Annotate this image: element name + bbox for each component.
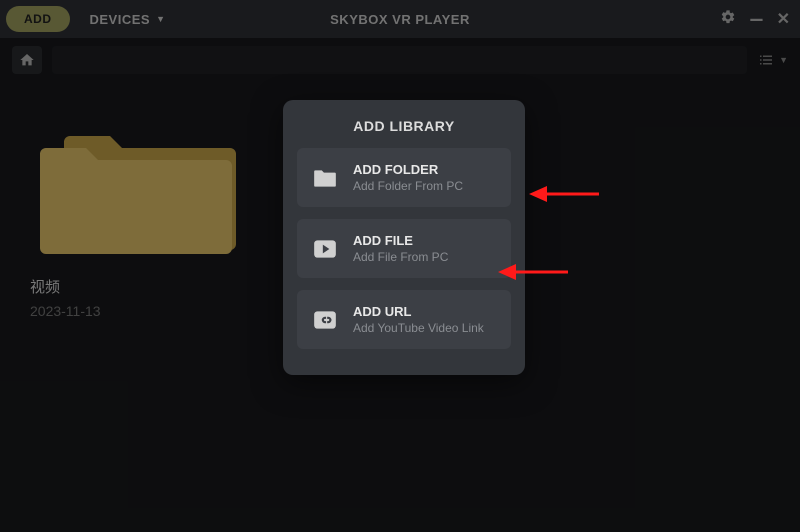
add-folder-option[interactable]: ADD FOLDER Add Folder From PC [297,148,511,207]
folder-icon [311,166,339,190]
option-text: ADD URL Add YouTube Video Link [353,304,497,335]
option-title: ADD URL [353,304,497,319]
option-subtitle: Add YouTube Video Link [353,321,497,335]
add-file-option[interactable]: ADD FILE Add File From PC [297,219,511,278]
option-title: ADD FILE [353,233,497,248]
home-icon [19,52,35,68]
close-button[interactable]: ✕ [777,9,790,29]
option-subtitle: Add Folder From PC [353,179,497,193]
minimize-button[interactable]: ‒ [750,14,762,24]
annotation-arrow [529,182,599,206]
add-library-modal: ADD LIBRARY ADD FOLDER Add Folder From P… [283,100,525,375]
app-title: SKYBOX VR PLAYER [330,12,470,27]
option-text: ADD FILE Add File From PC [353,233,497,264]
titlebar: ADD DEVICES ▼ SKYBOX VR PLAYER ‒ ✕ [0,0,800,38]
toolbar: ▼ [0,38,800,82]
link-icon [311,308,339,332]
window-controls: ‒ ✕ [720,9,790,30]
add-button[interactable]: ADD [6,6,70,32]
path-input[interactable] [52,46,747,74]
devices-dropdown[interactable]: DEVICES ▼ [90,12,166,27]
list-icon [757,51,775,69]
chevron-down-icon: ▼ [156,14,165,24]
view-mode-dropdown[interactable]: ▼ [757,51,788,69]
folder-date: 2023-11-13 [30,303,250,319]
folder-icon [30,122,250,262]
annotation-arrow [498,260,568,284]
play-icon [311,237,339,261]
chevron-down-icon: ▼ [779,55,788,65]
modal-title: ADD LIBRARY [283,100,525,148]
option-text: ADD FOLDER Add Folder From PC [353,162,497,193]
folder-name: 视频 [30,276,250,297]
devices-label: DEVICES [90,12,151,27]
gear-icon[interactable] [720,9,736,30]
library-folder-item[interactable]: 视频 2023-11-13 [30,122,250,319]
option-subtitle: Add File From PC [353,250,497,264]
add-url-option[interactable]: ADD URL Add YouTube Video Link [297,290,511,349]
home-button[interactable] [12,46,42,74]
option-title: ADD FOLDER [353,162,497,177]
